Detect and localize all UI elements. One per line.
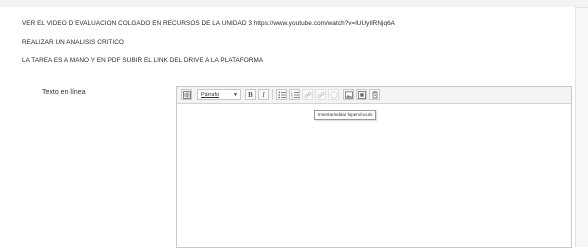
italic-button[interactable]: I [258, 89, 269, 100]
instruction-line-2: REALIZAR UN ANALISIS CRITICO [22, 39, 124, 46]
svg-text:3: 3 [291, 95, 293, 98]
toolbar-separator [272, 89, 273, 100]
bold-button[interactable]: B [245, 89, 256, 100]
numbered-list-icon[interactable]: 123 [289, 89, 300, 100]
chevron-down-icon: ▼ [233, 92, 238, 98]
unlink-icon[interactable] [315, 89, 326, 100]
toolbar-toggle-icon[interactable] [181, 89, 192, 100]
online-text-label: Texto en línea [42, 89, 86, 96]
link-icon[interactable] [302, 89, 313, 100]
scrollbar[interactable] [576, 8, 588, 247]
editor-toolbar: Párrafo ▼ B I 123 [177, 87, 571, 104]
image-icon[interactable] [343, 89, 354, 100]
instruction-line-3: LA TAREA ES A MANO Y EN PDF SUBIR EL LIN… [22, 57, 264, 64]
editor-content-area[interactable] [177, 104, 571, 247]
format-select[interactable]: Párrafo ▼ [197, 89, 241, 100]
media-icon[interactable] [356, 89, 367, 100]
bullet-list-icon[interactable] [276, 89, 287, 100]
rich-text-editor: Párrafo ▼ B I 123 Insertar/editar hiperv… [176, 86, 572, 248]
manage-files-icon[interactable] [369, 89, 380, 100]
emoticon-icon[interactable] [328, 89, 339, 100]
format-select-value: Párrafo [201, 91, 220, 98]
instruction-line-1: VER EL VIDEO D EVALUACION COLGADO EN REC… [22, 20, 395, 27]
